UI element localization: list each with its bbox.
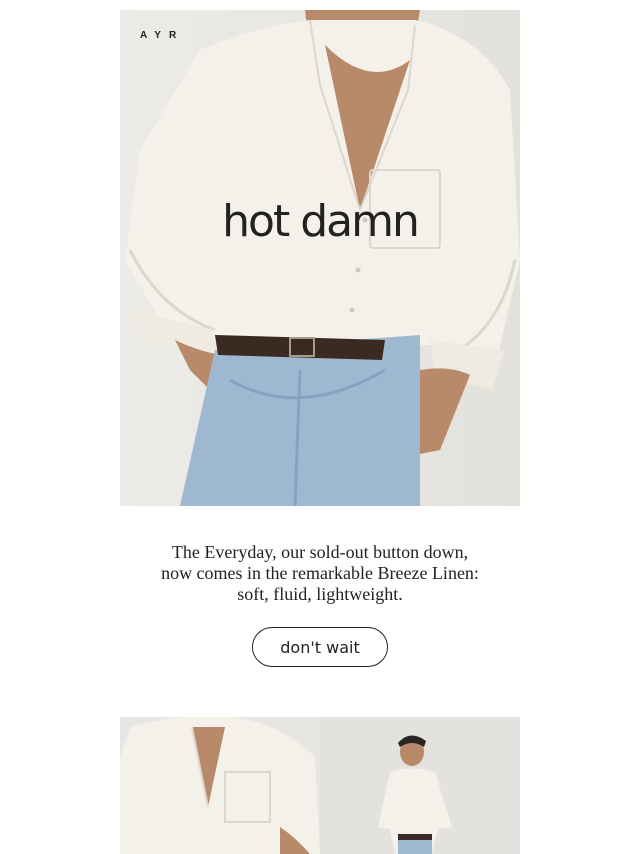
hero-image[interactable]: AYR hot damn [120,10,520,506]
copy-line-3: soft, fluid, lightweight. [237,584,403,604]
copy-line-1: The Everyday, our sold-out button down, [171,542,469,562]
full-body-model-illustration [378,735,452,854]
product-tile-right[interactable] [320,717,520,854]
ayr-logo-icon[interactable]: AYR [140,30,184,41]
dont-wait-button[interactable]: don't wait [252,627,388,667]
email-page: AYR hot damn The Everyday, our sold-out … [0,0,640,854]
hero-photo-illustration [125,10,520,506]
copy-line-2: now comes in the remarkable Breeze Linen… [161,563,479,583]
body-copy: The Everyday, our sold-out button down, … [120,542,520,605]
shirt-closeup-illustration [120,717,320,854]
product-tile-left[interactable] [120,717,320,854]
hero-title: hot damn [222,196,420,247]
